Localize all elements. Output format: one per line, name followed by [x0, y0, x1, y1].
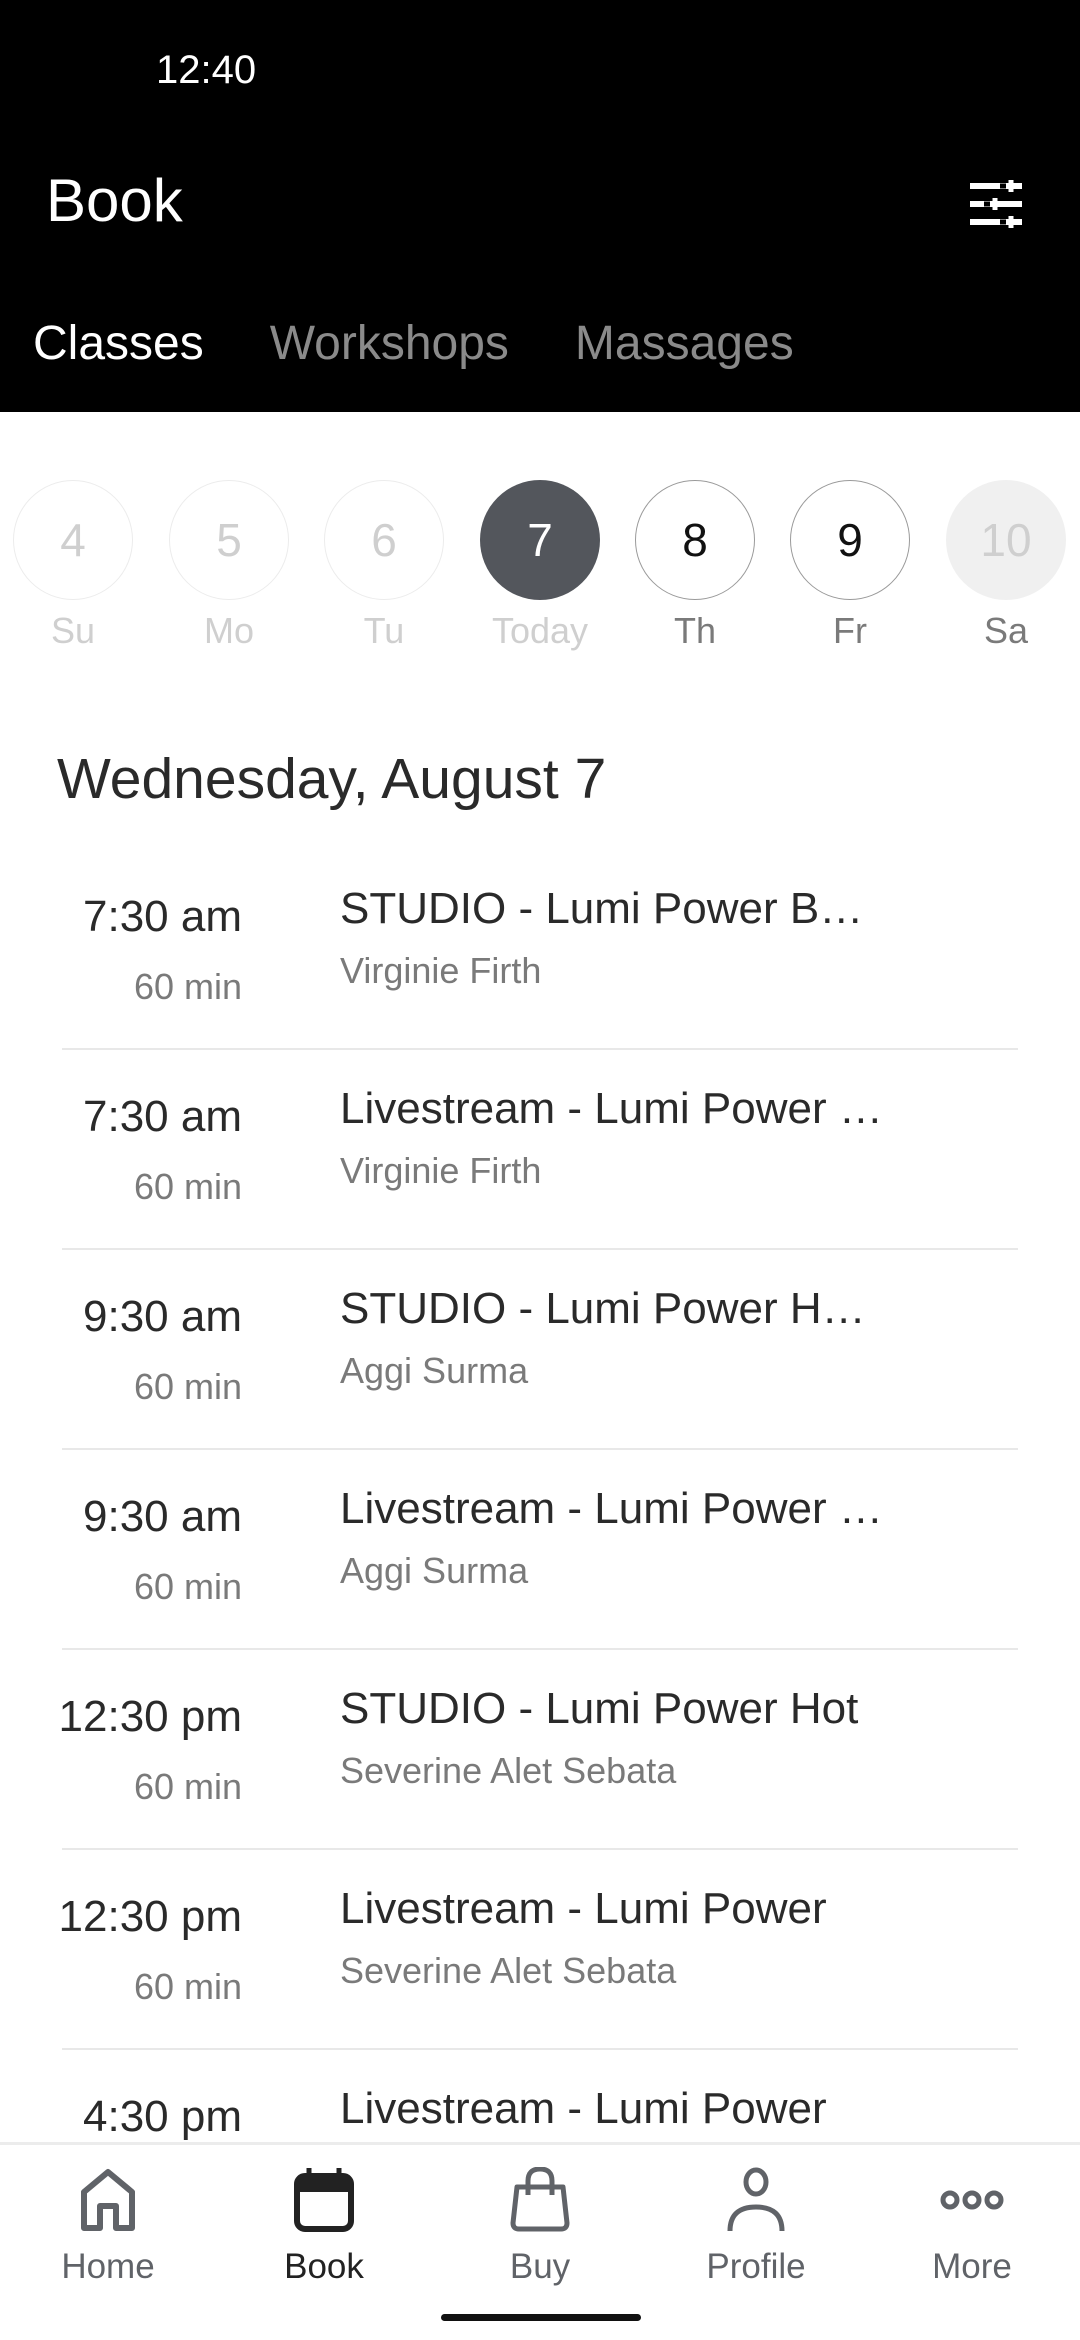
tab-workshops[interactable]: Workshops	[270, 316, 509, 376]
date-4[interactable]: 4 Su	[12, 480, 134, 652]
bottom-navigation: Home Book Buy Profile More	[0, 2142, 1080, 2340]
date-circle: 6	[324, 480, 444, 600]
class-time: 9:30 am	[83, 1492, 242, 1541]
nav-label: Profile	[706, 2247, 806, 2286]
class-name: STUDIO - Lumi Power B…	[340, 884, 864, 933]
class-teacher: Severine Alet Sebata	[340, 1950, 677, 1991]
status-bar-time: 12:40	[156, 48, 257, 92]
screen: 12:40 Book Classes Workshops Massages 4 …	[0, 0, 1080, 2340]
class-name: Livestream - Lumi Power …	[340, 1084, 883, 1133]
nav-label: More	[932, 2247, 1012, 2286]
date-circle: 7	[480, 480, 600, 600]
class-row[interactable]: 7:30 am 60 min STUDIO - Lumi Power B… Vi…	[0, 850, 1080, 1050]
class-row[interactable]: 4:30 pm Livestream - Lumi Power	[0, 2050, 1080, 2142]
nav-home[interactable]: Home	[0, 2165, 216, 2287]
date-6[interactable]: 6 Tu	[323, 480, 445, 652]
date-circle: 10	[946, 480, 1066, 600]
calendar-icon	[294, 2168, 354, 2232]
category-tabs: Classes Workshops Massages	[0, 316, 860, 376]
more-dots-icon	[940, 2190, 1004, 2210]
class-name: STUDIO - Lumi Power Hot	[340, 1684, 859, 1733]
filter-button[interactable]	[966, 174, 1026, 234]
tab-classes[interactable]: Classes	[33, 316, 204, 376]
person-icon	[727, 2167, 785, 2232]
class-list[interactable]: 7:30 am 60 min STUDIO - Lumi Power B… Vi…	[0, 850, 1080, 2142]
date-weekday: Today	[491, 610, 589, 651]
class-row[interactable]: 12:30 pm 60 min STUDIO - Lumi Power Hot …	[0, 1650, 1080, 1850]
tab-massages[interactable]: Massages	[575, 316, 794, 376]
class-name: Livestream - Lumi Power …	[340, 1484, 883, 1533]
date-8[interactable]: 8 Th	[634, 480, 756, 652]
top-app-bar: 12:40 Book Classes Workshops Massages	[0, 0, 1080, 412]
date-5[interactable]: 5 Mo	[168, 480, 290, 652]
class-teacher: Virginie Firth	[340, 1150, 542, 1191]
class-time: 7:30 am	[83, 892, 242, 941]
day-heading: Wednesday, August 7	[57, 747, 607, 811]
nav-profile[interactable]: Profile	[648, 2165, 864, 2287]
class-duration: 60 min	[133, 1566, 242, 1607]
nav-buy[interactable]: Buy	[432, 2165, 648, 2287]
date-9[interactable]: 9 Fr	[789, 480, 911, 652]
date-weekday: Fr	[833, 610, 867, 651]
class-duration: 60 min	[133, 1166, 242, 1207]
nav-label: Book	[284, 2247, 364, 2286]
home-icon	[81, 2169, 135, 2231]
class-duration: 60 min	[133, 1966, 242, 2007]
date-weekday: Th	[673, 610, 716, 651]
shopping-bag-icon	[510, 2167, 570, 2232]
class-teacher: Aggi Surma	[340, 1350, 529, 1391]
date-weekday: Su	[50, 610, 96, 651]
class-teacher: Severine Alet Sebata	[340, 1750, 677, 1791]
sliders-icon	[970, 180, 1022, 228]
class-duration: 60 min	[133, 1366, 242, 1407]
class-name: Livestream - Lumi Power	[340, 2084, 827, 2133]
class-teacher: Aggi Surma	[340, 1550, 529, 1591]
class-row[interactable]: 7:30 am 60 min Livestream - Lumi Power ……	[0, 1050, 1080, 1250]
class-time: 9:30 am	[83, 1292, 242, 1341]
date-circle: 4	[13, 480, 133, 600]
class-time: 4:30 pm	[83, 2092, 242, 2141]
date-10[interactable]: 10 Sa	[945, 480, 1067, 652]
nav-book[interactable]: Book	[216, 2165, 432, 2287]
class-row[interactable]: 12:30 pm 60 min Livestream - Lumi Power …	[0, 1850, 1080, 2050]
class-row[interactable]: 9:30 am 60 min STUDIO - Lumi Power H… Ag…	[0, 1250, 1080, 1450]
class-duration: 60 min	[133, 1766, 242, 1807]
date-circle: 8	[635, 480, 755, 600]
class-name: STUDIO - Lumi Power H…	[340, 1284, 866, 1333]
class-name: Livestream - Lumi Power	[340, 1884, 827, 1933]
date-circle: 9	[790, 480, 910, 600]
date-weekday: Tu	[363, 610, 405, 651]
class-time: 7:30 am	[83, 1092, 242, 1141]
date-weekday: Sa	[983, 610, 1029, 651]
date-weekday: Mo	[203, 610, 254, 651]
date-7-today[interactable]: 7 Today	[479, 480, 601, 652]
class-time: 12:30 pm	[58, 1692, 242, 1741]
nav-label: Buy	[509, 2247, 571, 2286]
class-teacher: Virginie Firth	[340, 950, 542, 991]
nav-more[interactable]: More	[864, 2165, 1080, 2287]
class-duration: 60 min	[133, 966, 242, 1007]
class-row[interactable]: 9:30 am 60 min Livestream - Lumi Power ……	[0, 1450, 1080, 1650]
date-circle: 5	[169, 480, 289, 600]
date-strip: 4 Su 5 Mo 6 Tu 7 Today 8 Th 9 Fr 10 Sa	[0, 480, 1080, 660]
class-time: 12:30 pm	[58, 1892, 242, 1941]
page-title: Book	[46, 167, 183, 234]
home-indicator[interactable]	[441, 2314, 641, 2321]
nav-label: Home	[61, 2247, 155, 2286]
